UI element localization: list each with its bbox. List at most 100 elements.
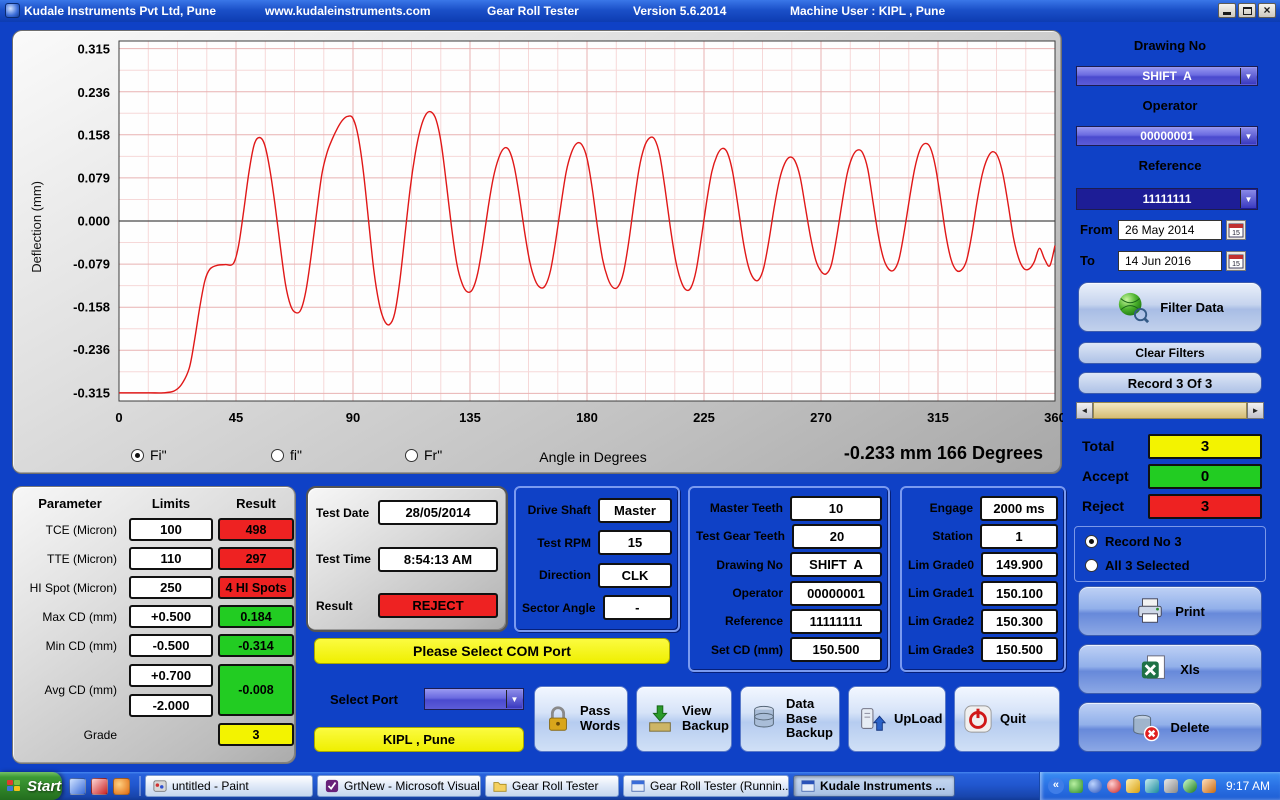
master-teeth-value[interactable]: 10 [790,496,882,521]
scrollbar-track[interactable] [1093,402,1247,419]
upload-button[interactable]: UpLoad [848,686,946,752]
quick-launch-icon-3[interactable] [113,778,130,795]
delete-button[interactable]: Delete [1078,702,1262,752]
limit-input[interactable]: -0.500 [129,634,213,657]
from-date-field[interactable]: 26 May 2014 [1118,220,1222,240]
xls-export-button[interactable]: Xls [1078,644,1262,694]
tray-icon-2[interactable] [1088,779,1102,793]
avg-upper-limit-input[interactable]: +0.700 [129,664,213,687]
engage-value[interactable]: 2000 ms [980,496,1058,521]
scroll-left-button[interactable]: ◄ [1076,402,1093,419]
parameter-label: TCE (Micron) [15,523,125,537]
chevron-down-icon[interactable]: ▼ [506,690,522,708]
from-calendar-button[interactable]: 15 [1226,220,1246,240]
quick-launch-icon-1[interactable] [69,778,86,795]
clear-filters-label: Clear Filters [1135,346,1204,360]
radio-all-selected[interactable]: All 3 Selected [1085,558,1190,573]
tray-icon-7[interactable] [1183,779,1197,793]
folder-icon [493,779,507,793]
minimize-button[interactable] [1218,3,1236,18]
radio-fr[interactable]: Fr" [405,447,442,463]
radio-fi-lower[interactable]: fi" [271,447,302,463]
window-icon [631,779,645,793]
chevron-down-icon[interactable]: ▼ [1240,68,1256,84]
direction-value[interactable]: CLK [598,563,672,588]
titlebar-app-name: Gear Roll Tester [487,0,579,22]
start-button[interactable]: Start [0,772,62,800]
lim-grade1-value[interactable]: 150.100 [981,581,1058,606]
pass-words-button[interactable]: Pass Words [534,686,628,752]
table-row-tte: TTE (Micron) 110 297 [15,544,293,573]
radio-fi-double-prime[interactable]: Fi" [131,447,167,463]
operator-dropdown[interactable]: 00000001 ▼ [1076,126,1258,146]
quit-button[interactable]: Quit [954,686,1060,752]
tray-icon-6[interactable] [1164,779,1178,793]
limit-input[interactable]: 100 [129,518,213,541]
engage-settings-panel: Engage 2000 ms Station 1 Lim Grade0 149.… [900,486,1066,672]
system-tray: « 9:17 AM [1039,772,1280,800]
test-date-label: Test Date [316,506,369,520]
taskbar-item-kudale-active[interactable]: Kudale Instruments ... [793,775,955,797]
select-port-dropdown[interactable]: ▼ [424,688,524,710]
maximize-button[interactable] [1238,3,1256,18]
lim-grade2-value[interactable]: 150.300 [981,609,1058,634]
tray-icon-1[interactable] [1069,779,1083,793]
to-date-field[interactable]: 14 Jun 2016 [1118,251,1222,271]
field-label: Master Teeth [710,501,783,515]
sector-angle-value[interactable]: - [603,595,672,620]
drive-shaft-value[interactable]: Master [598,498,672,523]
tray-icon-5[interactable] [1145,779,1159,793]
to-calendar-button[interactable]: 15 [1226,251,1246,271]
test-date-row: Test Date 28/05/2014 [316,500,498,525]
tray-icon-8[interactable] [1202,779,1216,793]
tray-icon-4[interactable] [1126,779,1140,793]
reference-row: Reference 11111111 [696,609,882,634]
database-backup-button[interactable]: Data Base Backup [740,686,840,752]
test-rpm-value[interactable]: 15 [598,530,672,555]
taskbar-item-app-running[interactable]: Gear Roll Tester (Runnin... [623,775,789,797]
tray-icon-3[interactable] [1107,779,1121,793]
operator-value[interactable]: 00000001 [790,581,882,606]
taskbar-item-label: GrtNew - Microsoft Visual... [344,779,481,793]
upload-icon [857,704,887,734]
tray-chevron-icon[interactable]: « [1048,778,1064,794]
drawing-no-value[interactable]: SHIFT A [790,552,882,577]
svg-text:0.158: 0.158 [77,127,110,142]
scroll-right-button[interactable]: ► [1247,402,1264,419]
svg-text:360: 360 [1044,410,1063,425]
svg-text:45: 45 [229,410,243,425]
radio-record-no[interactable]: Record No 3 [1085,534,1182,549]
reference-dropdown[interactable]: 11111111 ▼ [1076,188,1258,210]
lim-grade0-row: Lim Grade0 149.900 [908,552,1058,577]
limit-input[interactable]: +0.500 [129,605,213,628]
operator-label: Operator [1072,98,1268,113]
taskbar-item-visual-studio[interactable]: GrtNew - Microsoft Visual... [317,775,481,797]
filter-data-label: Filter Data [1160,300,1224,315]
svg-text:0.079: 0.079 [77,170,110,185]
limit-input[interactable]: 250 [129,576,213,599]
parameter-label: Max CD (mm) [15,610,125,624]
filter-data-button[interactable]: Filter Data [1078,282,1262,332]
reference-value: 11111111 [1143,192,1192,206]
delete-database-icon [1130,712,1160,742]
station-value[interactable]: 1 [980,524,1058,549]
record-scrollbar[interactable]: ◄ ► [1076,402,1264,419]
view-backup-button[interactable]: View Backup [636,686,732,752]
chevron-down-icon[interactable]: ▼ [1240,128,1256,144]
lim-grade0-value[interactable]: 149.900 [981,552,1058,577]
close-button[interactable]: × [1258,3,1276,18]
avg-lower-limit-input[interactable]: -2.000 [129,694,213,717]
taskbar-item-folder[interactable]: Gear Roll Tester [485,775,619,797]
lim-grade3-value[interactable]: 150.500 [981,637,1058,662]
chevron-down-icon[interactable]: ▼ [1240,190,1256,208]
set-cd-value[interactable]: 150.500 [790,637,882,662]
taskbar-item-paint[interactable]: untitled - Paint [145,775,313,797]
test-gear-teeth-value[interactable]: 20 [792,524,882,549]
clear-filters-button[interactable]: Clear Filters [1078,342,1262,364]
com-port-message-text: Please Select COM Port [413,643,571,659]
limit-input[interactable]: 110 [129,547,213,570]
quick-launch-icon-2[interactable] [91,778,108,795]
print-button[interactable]: Print [1078,586,1262,636]
drawing-no-dropdown[interactable]: SHIFT A ▼ [1076,66,1258,86]
reference-value[interactable]: 11111111 [790,609,882,634]
